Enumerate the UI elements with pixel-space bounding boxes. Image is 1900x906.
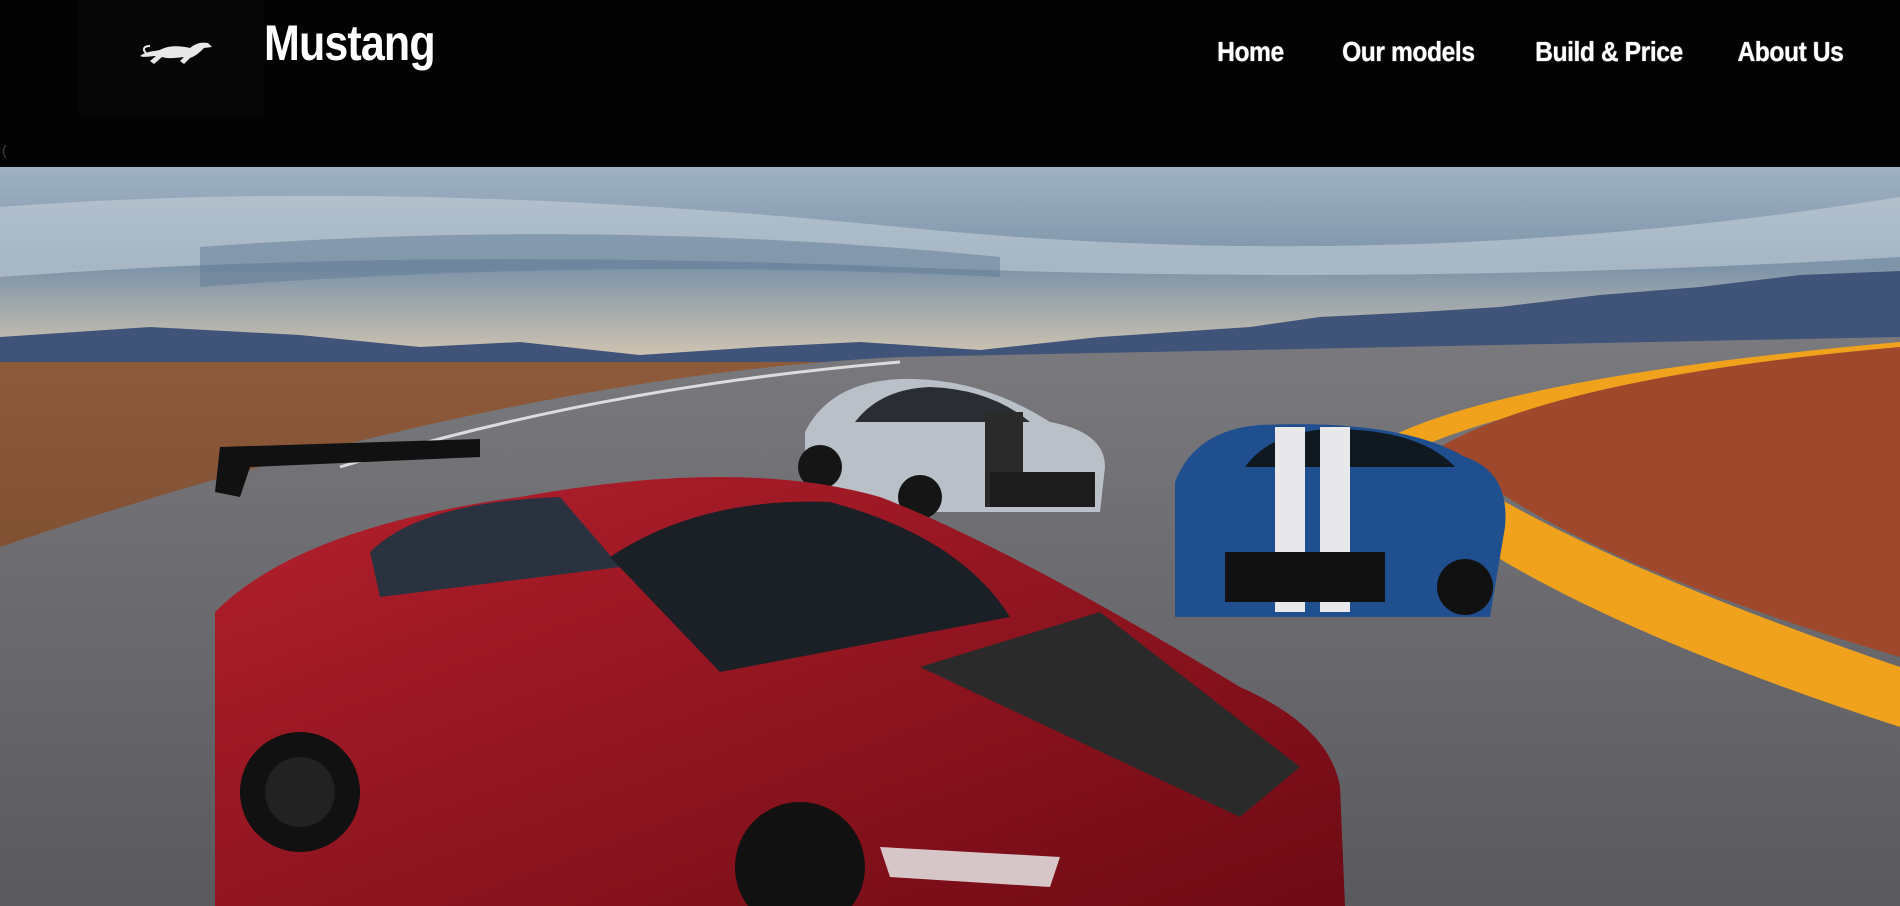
main-nav: Home Our models Build & Price About Us [1208,36,1844,68]
nav-build-price[interactable]: Build & Price [1535,36,1683,68]
site-header: Mustang Home Our models Build & Price Ab… [0,0,1900,167]
stray-glyph: ( [2,142,7,158]
hero-image [0,167,1900,906]
logo[interactable] [78,0,264,115]
brand-title[interactable]: Mustang [264,14,436,72]
nav-our-models[interactable]: Our models [1342,36,1475,68]
nav-home[interactable]: Home [1218,36,1285,68]
blue-car [1175,424,1506,617]
running-horse-icon [140,42,212,64]
nav-about-us[interactable]: About Us [1737,36,1843,68]
